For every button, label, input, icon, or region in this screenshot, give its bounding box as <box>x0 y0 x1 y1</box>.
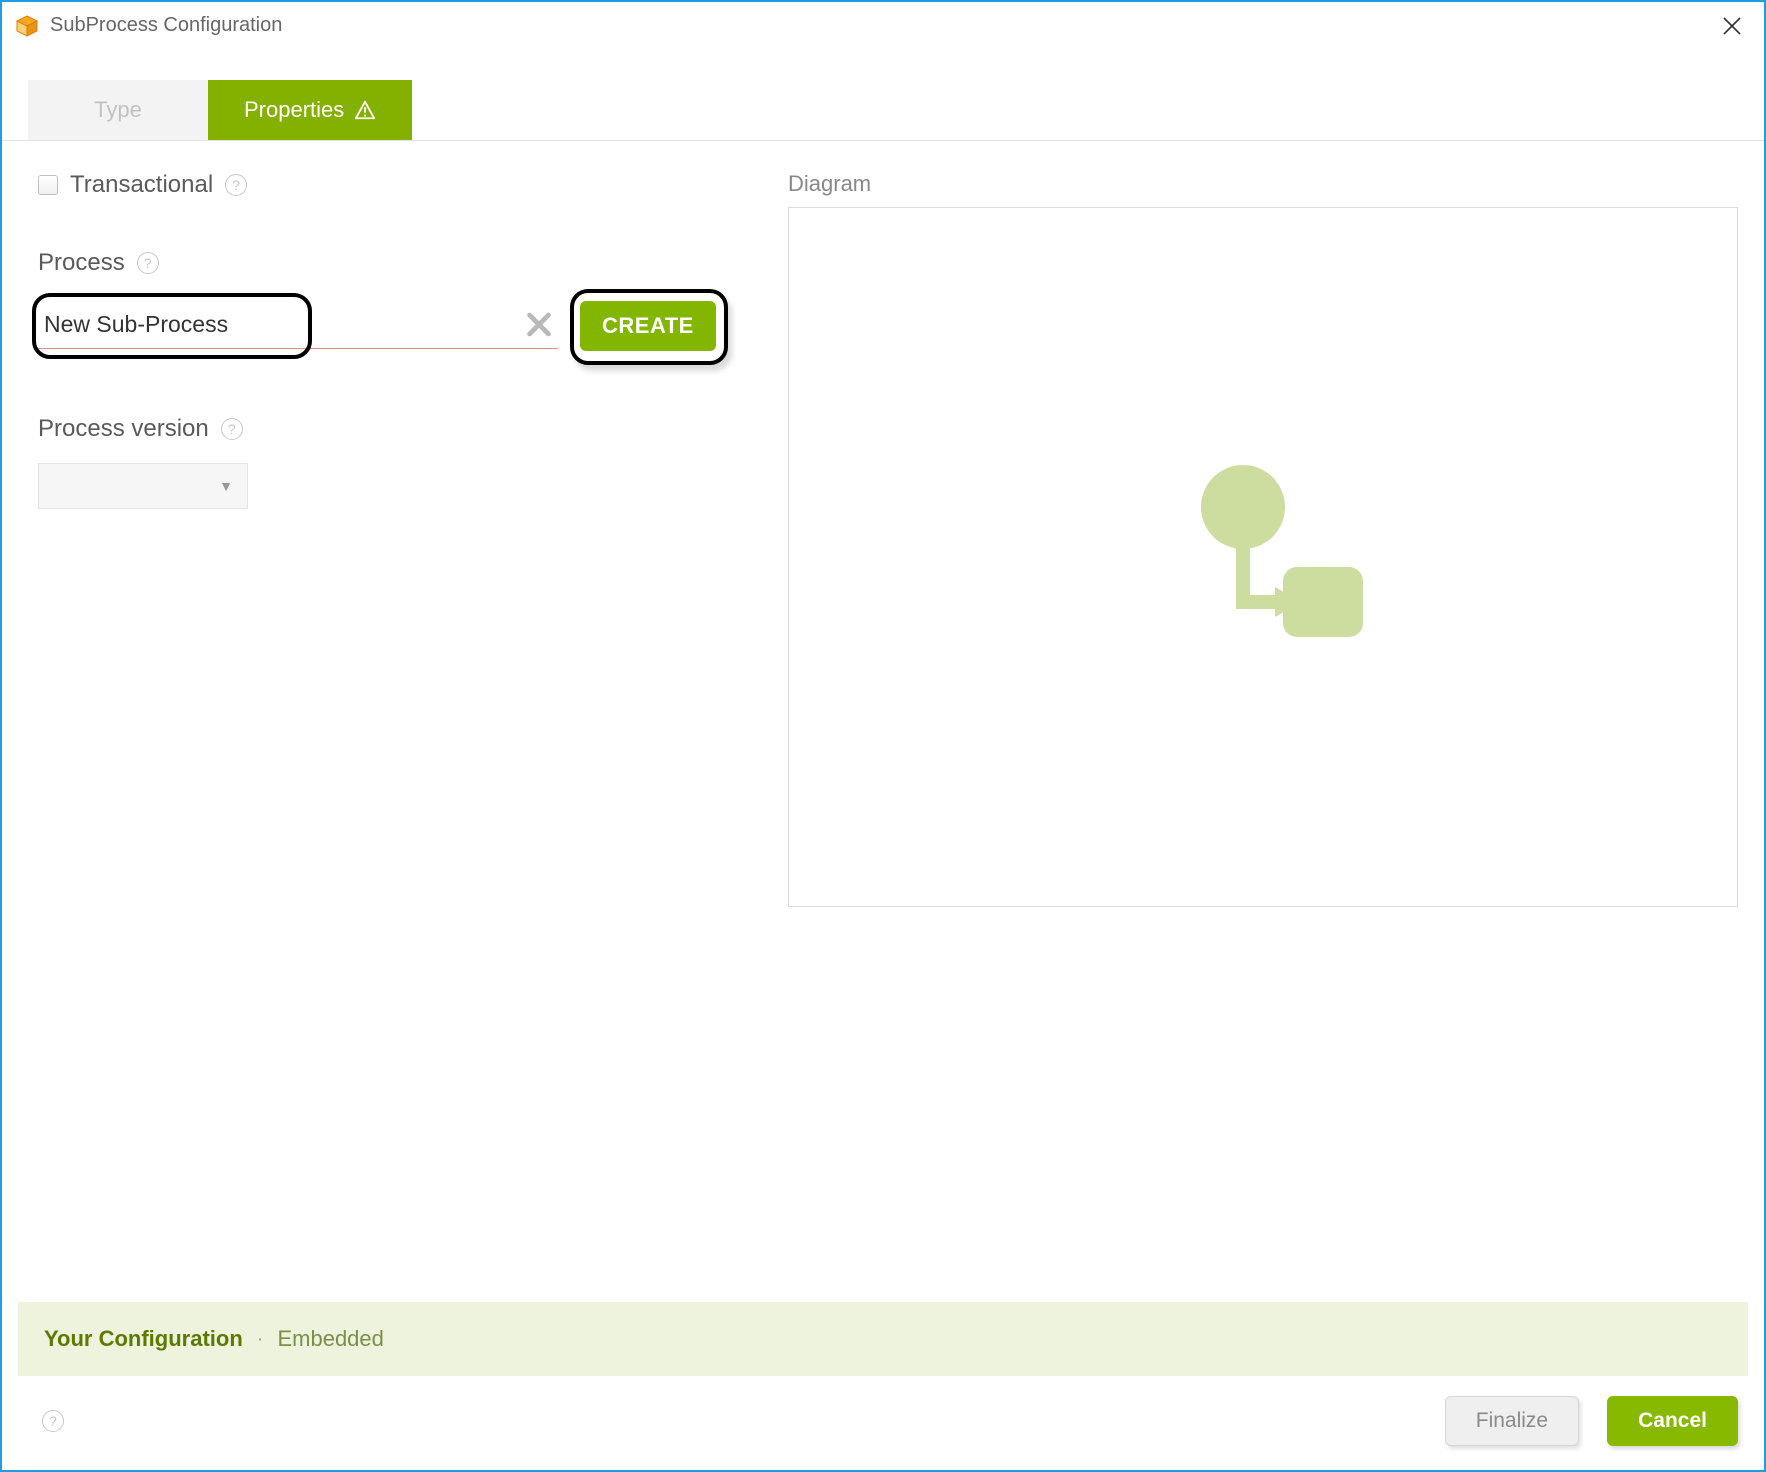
close-icon <box>1721 15 1743 37</box>
finalize-button[interactable]: Finalize <box>1445 1396 1579 1446</box>
process-version-label: Process version <box>38 415 209 443</box>
right-column: Diagram <box>788 171 1738 1302</box>
clear-input-button[interactable] <box>524 310 554 340</box>
warning-icon <box>354 99 376 121</box>
help-icon[interactable]: ? <box>42 1410 64 1432</box>
help-icon[interactable]: ? <box>221 418 243 440</box>
help-icon[interactable]: ? <box>225 174 247 196</box>
help-icon[interactable]: ? <box>137 252 159 274</box>
cancel-button[interactable]: Cancel <box>1607 1396 1738 1446</box>
configuration-value: Embedded <box>277 1326 383 1352</box>
footer-row: ? Finalize Cancel <box>2 1376 1764 1470</box>
configuration-summary-bar: Your Configuration · Embedded <box>18 1302 1748 1376</box>
tabs-row: Type Properties <box>2 80 1764 141</box>
transactional-row: Transactional ? <box>38 171 748 199</box>
titlebar: SubProcess Configuration <box>2 2 1764 50</box>
content-area: Transactional ? Process ? <box>2 141 1764 1302</box>
dialog-window: SubProcess Configuration Type Properties <box>0 0 1766 1472</box>
process-version-section-label: Process version ? <box>38 415 748 443</box>
clear-x-icon <box>526 312 552 338</box>
diagram-label: Diagram <box>788 171 1738 197</box>
process-label: Process <box>38 249 125 277</box>
tab-properties[interactable]: Properties <box>208 80 412 140</box>
configuration-title: Your Configuration <box>44 1326 243 1352</box>
left-column: Transactional ? Process ? <box>38 171 748 1302</box>
window-title: SubProcess Configuration <box>50 14 282 37</box>
transactional-label: Transactional <box>70 171 213 199</box>
process-input-row: CREATE <box>38 297 748 355</box>
tab-properties-label: Properties <box>244 97 344 123</box>
diagram-preview <box>788 207 1738 907</box>
diagram-placeholder-icon <box>1153 447 1373 667</box>
process-input-wrap <box>38 303 558 349</box>
process-section-label: Process ? <box>38 249 748 277</box>
create-button[interactable]: CREATE <box>580 301 716 351</box>
process-version-select[interactable]: ▼ <box>38 463 248 509</box>
chevron-down-icon: ▼ <box>219 478 233 494</box>
tab-type[interactable]: Type <box>28 80 208 140</box>
close-button[interactable] <box>1712 6 1752 46</box>
separator-dot: · <box>257 1328 264 1351</box>
tab-type-label: Type <box>94 97 142 123</box>
create-button-wrap: CREATE <box>576 297 720 355</box>
app-cube-icon <box>14 13 40 39</box>
process-name-input[interactable] <box>38 303 558 349</box>
transactional-checkbox[interactable] <box>38 175 58 195</box>
